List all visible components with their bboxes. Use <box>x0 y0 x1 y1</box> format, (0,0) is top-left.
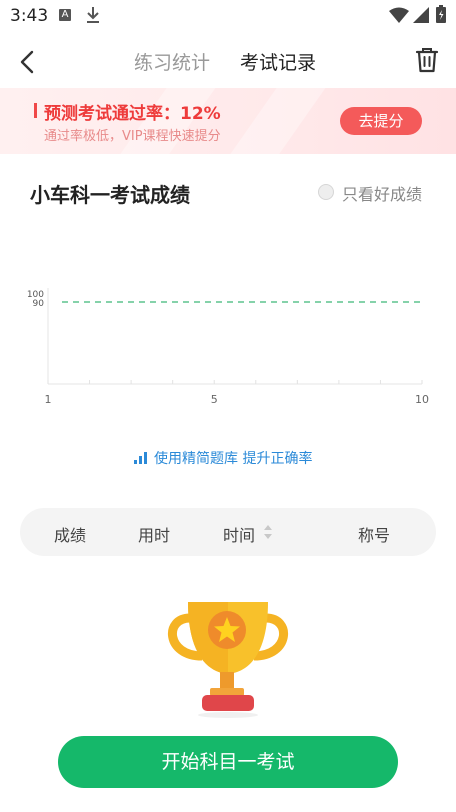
notification-a-icon: A <box>59 9 71 21</box>
records-table-header: 成绩 用时 时间 称号 <box>20 508 436 556</box>
exam-score-title: 小车科一考试成绩 <box>30 183 190 207</box>
question-bank-tip[interactable]: 使用精简题库 提升正确率 <box>134 448 312 468</box>
start-exam-button[interactable]: 开始科目一考试 <box>58 736 398 788</box>
good-scores-only-label[interactable]: 只看好成绩 <box>342 181 422 205</box>
improve-score-button[interactable]: 去提分 <box>340 107 422 135</box>
sort-icon[interactable] <box>263 524 273 540</box>
signal-bars-icon <box>134 452 147 464</box>
score-chart: 1 5 1010090 <box>27 288 429 406</box>
wifi-icon <box>389 7 409 23</box>
pass-rate-title: 预测考试通过率：12% <box>44 104 221 124</box>
clock: 3:43 <box>10 6 49 26</box>
back-arrow-icon[interactable] <box>16 48 40 76</box>
column-title[interactable]: 称号 <box>358 522 390 546</box>
top-navigation: 练习统计 考试记录 <box>0 40 456 84</box>
pass-rate-subtitle: 通过率极低，VIP课程快速提分 <box>44 129 221 144</box>
status-bar: 3:43 A <box>0 0 456 32</box>
download-icon <box>87 7 99 23</box>
tab-exam-records[interactable]: 考试记录 <box>240 48 316 75</box>
battery-icon <box>436 5 446 23</box>
tip-text: 使用精简题库 提升正确率 <box>154 451 313 467</box>
trash-icon[interactable] <box>414 46 440 74</box>
pass-rate-banner[interactable]: 预测考试通过率：12% 通过率极低，VIP课程快速提分 去提分 <box>0 88 456 154</box>
banner-decoration <box>229 88 331 154</box>
column-time[interactable]: 时间 <box>223 522 255 546</box>
tab-practice-stats[interactable]: 练习统计 <box>134 48 210 75</box>
column-score[interactable]: 成绩 <box>54 522 86 546</box>
column-duration[interactable]: 用时 <box>138 522 170 546</box>
banner-accent-bar <box>34 103 37 118</box>
x-tick-label: 10 <box>415 393 429 406</box>
y-tick-label: 90 <box>33 299 45 309</box>
x-tick-label: 5 <box>211 393 218 406</box>
x-tick-label: 1 <box>45 393 52 406</box>
good-scores-only-radio[interactable] <box>318 184 334 200</box>
signal-icon <box>413 7 429 23</box>
trophy-icon <box>167 602 289 718</box>
